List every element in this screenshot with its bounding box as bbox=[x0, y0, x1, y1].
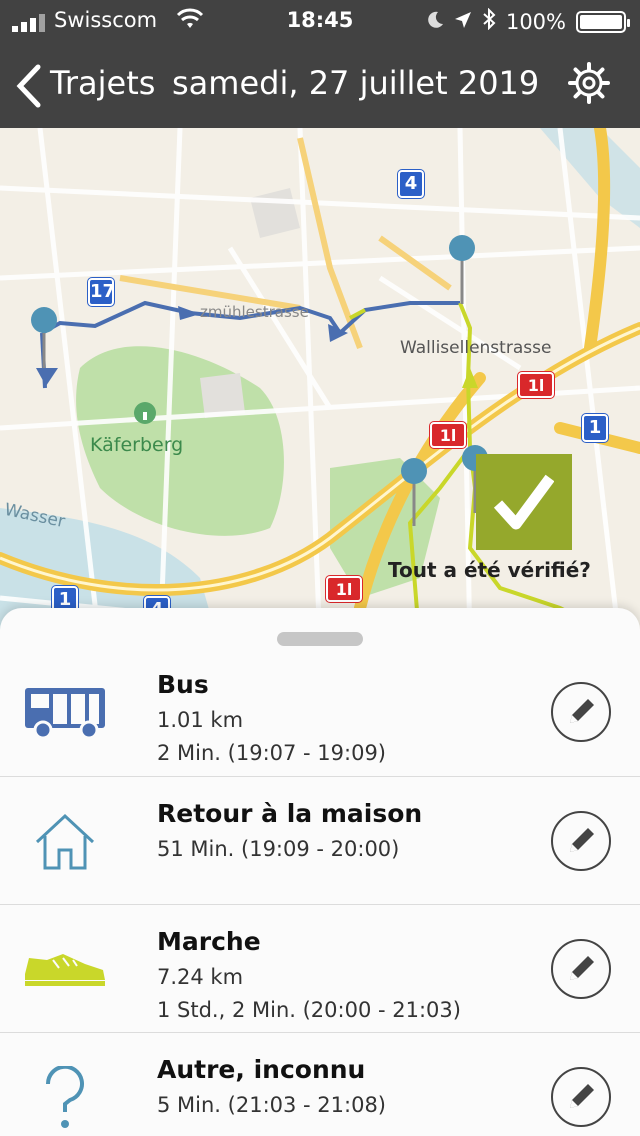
trip-duration: 2 Min. (19:07 - 19:09) bbox=[157, 741, 387, 765]
trip-title: Autre, inconnu bbox=[157, 1055, 366, 1084]
motorway-sign: 1l bbox=[430, 422, 466, 448]
status-bar: Swisscom 18:45 100% bbox=[0, 6, 640, 36]
pencil-icon bbox=[570, 1084, 594, 1108]
question-icon bbox=[20, 1063, 110, 1133]
gear-icon[interactable] bbox=[568, 62, 610, 108]
route-sign-1: 1 bbox=[582, 414, 608, 442]
trip-title: Retour à la maison bbox=[157, 799, 423, 828]
page-title: samedi, 27 juillet 2019 bbox=[172, 64, 540, 102]
street-label: zmühlestrasse bbox=[200, 303, 309, 321]
battery-percent: 100% bbox=[505, 9, 566, 34]
trip-distance: 1.01 km bbox=[157, 708, 244, 732]
route-sign-17: 17 bbox=[88, 278, 115, 306]
park-label: Käferberg bbox=[90, 434, 184, 456]
bus-icon bbox=[20, 678, 110, 748]
trip-distance: 7.24 km bbox=[157, 965, 244, 989]
motorway-sign: 1l bbox=[518, 372, 554, 398]
verify-label[interactable]: Tout a été vérifié? bbox=[388, 558, 591, 582]
trip-row-home[interactable]: Retour à la maison 51 Min. (19:09 - 20:0… bbox=[0, 776, 640, 904]
edit-button[interactable] bbox=[551, 939, 611, 999]
moon-icon bbox=[428, 10, 444, 34]
trip-duration: 1 Std., 2 Min. (20:00 - 21:03) bbox=[157, 998, 461, 1022]
trip-row-walk[interactable]: Marche 7.24 km 1 Std., 2 Min. (20:00 - 2… bbox=[0, 904, 640, 1032]
trip-title: Marche bbox=[157, 927, 261, 956]
sheet-drag-handle[interactable] bbox=[277, 632, 363, 646]
pencil-icon bbox=[570, 699, 594, 723]
pencil-icon bbox=[570, 956, 594, 980]
app-header: Swisscom 18:45 100% Trajets samedi, 27 j… bbox=[0, 0, 640, 128]
verify-button[interactable] bbox=[476, 454, 572, 550]
pencil-icon bbox=[570, 828, 594, 852]
edit-button[interactable] bbox=[551, 811, 611, 871]
trip-duration: 51 Min. (19:09 - 20:00) bbox=[157, 837, 400, 861]
route-sign-4: 4 bbox=[398, 170, 424, 198]
checkmark-icon bbox=[494, 474, 554, 530]
edit-button[interactable] bbox=[551, 1067, 611, 1127]
trip-row-bus[interactable]: Bus 1.01 km 2 Min. (19:07 - 19:09) bbox=[0, 648, 640, 776]
location-arrow-icon bbox=[454, 10, 472, 34]
back-button-label[interactable]: Trajets bbox=[50, 64, 155, 102]
trip-list-sheet: Bus 1.01 km 2 Min. (19:07 - 19:09) Retou… bbox=[0, 608, 640, 1136]
trip-row-unknown[interactable]: Autre, inconnu 5 Min. (21:03 - 21:08) bbox=[0, 1032, 640, 1136]
street-label: Wallisellenstrasse bbox=[400, 338, 552, 358]
trip-map[interactable]: 4 17 1 1 4 1l 1l 1l Wallisellenstrasse z… bbox=[0, 128, 640, 648]
motorway-sign: 1l bbox=[326, 576, 362, 602]
home-icon bbox=[20, 807, 110, 877]
shoe-icon bbox=[20, 935, 110, 1005]
back-chevron-icon[interactable] bbox=[14, 64, 42, 112]
trip-title: Bus bbox=[157, 670, 209, 699]
edit-button[interactable] bbox=[551, 682, 611, 742]
trip-duration: 5 Min. (21:03 - 21:08) bbox=[157, 1093, 387, 1117]
battery-icon bbox=[576, 10, 630, 33]
bluetooth-icon bbox=[482, 7, 496, 35]
